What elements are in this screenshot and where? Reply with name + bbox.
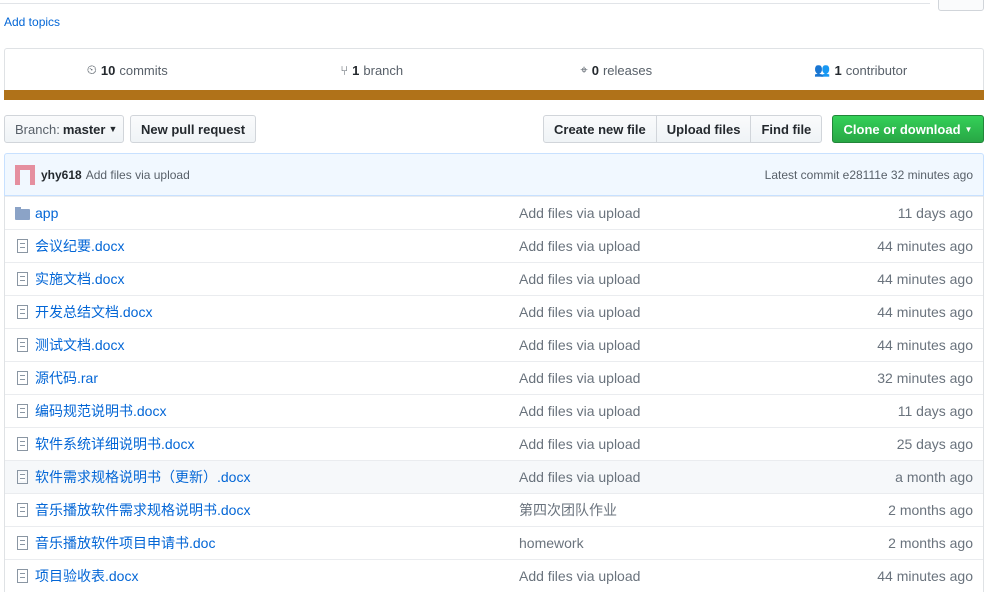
commit-message-link[interactable]: Add files via upload: [519, 436, 783, 452]
caret-down-icon: ▼: [108, 124, 118, 134]
new-pull-request-button[interactable]: New pull request: [130, 115, 257, 143]
commit-message-link[interactable]: Add files via upload: [519, 403, 783, 419]
file-row: 软件系统详细说明书.docx Add files via upload 25 d…: [5, 427, 983, 460]
latest-commit-info[interactable]: Latest commit e28111e 32 minutes ago: [765, 168, 973, 182]
file-row: 实施文档.docx Add files via upload 44 minute…: [5, 262, 983, 295]
file-table: app Add files via upload 11 days ago 会议纪…: [4, 196, 984, 592]
file-icon: [5, 272, 35, 286]
file-row: 项目验收表.docx Add files via upload 44 minut…: [5, 559, 983, 592]
file-age: 2 months ago: [888, 535, 973, 551]
commit-message-link[interactable]: Add files via upload: [519, 370, 783, 386]
file-link[interactable]: 项目验收表.docx: [35, 568, 138, 584]
file-link[interactable]: 源代码.rar: [35, 370, 98, 386]
file-link[interactable]: 音乐播放软件需求规格说明书.docx: [35, 502, 250, 518]
file-link[interactable]: 会议纪要.docx: [35, 238, 124, 254]
commits-link[interactable]: ⏲ 10 commits: [5, 49, 250, 91]
file-icon: [5, 437, 35, 451]
file-age: 11 days ago: [897, 205, 973, 221]
commit-message-link[interactable]: Add files via upload: [519, 205, 783, 221]
commit-message-link[interactable]: Add files via upload: [519, 271, 783, 287]
add-topics-link[interactable]: Add topics: [4, 15, 60, 29]
file-icon: [5, 305, 35, 319]
file-age: 44 minutes ago: [877, 304, 973, 320]
file-icon: [5, 569, 35, 583]
file-row: 音乐播放软件项目申请书.doc homework 2 months ago: [5, 526, 983, 559]
file-age: 11 days ago: [897, 403, 973, 419]
file-icon: [5, 536, 35, 550]
file-row: 软件需求规格说明书（更新）.docx Add files via upload …: [5, 460, 983, 493]
file-row: 测试文档.docx Add files via upload 44 minute…: [5, 328, 983, 361]
file-age: 44 minutes ago: [877, 337, 973, 353]
commit-message-link[interactable]: Add files via upload: [519, 337, 783, 353]
file-link[interactable]: 编码规范说明书.docx: [35, 403, 166, 419]
file-link[interactable]: 软件需求规格说明书（更新）.docx: [35, 469, 250, 485]
file-icon: [5, 338, 35, 352]
file-link[interactable]: 实施文档.docx: [35, 271, 124, 287]
commit-message-link[interactable]: Add files via upload: [519, 238, 783, 254]
commit-message-link[interactable]: Add files via upload: [519, 469, 783, 485]
clone-download-button[interactable]: Clone or download ▼: [832, 115, 984, 143]
file-icon: [5, 470, 35, 484]
file-row: 开发总结文档.docx Add files via upload 44 minu…: [5, 295, 983, 328]
file-age: 44 minutes ago: [877, 568, 973, 584]
file-row: 会议纪要.docx Add files via upload 44 minute…: [5, 229, 983, 262]
file-link[interactable]: 音乐播放软件项目申请书.doc: [35, 535, 215, 551]
folder-icon: [5, 206, 35, 220]
tag-icon: ⌖: [580, 62, 588, 77]
branch-icon: ⑂: [340, 62, 349, 78]
create-new-file-button[interactable]: Create new file: [543, 115, 657, 143]
file-link[interactable]: 软件系统详细说明书.docx: [35, 436, 194, 452]
caret-down-icon: ▼: [964, 124, 973, 134]
file-age: 32 minutes ago: [877, 370, 973, 386]
commit-author[interactable]: yhy618: [41, 168, 82, 182]
file-icon: [5, 503, 35, 517]
history-icon: ⏲: [86, 62, 97, 77]
releases-link[interactable]: ⌖ 0 releases: [494, 49, 739, 91]
file-age: 44 minutes ago: [877, 238, 973, 254]
edit-button[interactable]: [938, 0, 984, 11]
file-age: 44 minutes ago: [877, 271, 973, 287]
file-link[interactable]: 开发总结文档.docx: [35, 304, 152, 320]
file-age: 25 days ago: [896, 436, 973, 452]
language-bar[interactable]: [4, 90, 984, 100]
commit-message[interactable]: Add files via upload: [86, 168, 190, 182]
avatar[interactable]: [15, 164, 35, 185]
file-row: 编码规范说明书.docx Add files via upload 11 day…: [5, 394, 983, 427]
people-icon: 👥: [814, 62, 831, 77]
file-icon: [5, 239, 35, 253]
contributors-link[interactable]: 👥 1 contributor: [739, 49, 984, 91]
file-row: 源代码.rar Add files via upload 32 minutes …: [5, 361, 983, 394]
file-link[interactable]: app: [35, 205, 58, 221]
latest-commit-bar: yhy618 Add files via upload Latest commi…: [4, 153, 984, 196]
upload-files-button[interactable]: Upload files: [655, 115, 752, 143]
find-file-button[interactable]: Find file: [750, 115, 823, 143]
top-border: [0, 0, 930, 4]
file-age: 2 months ago: [888, 502, 973, 518]
file-row: 音乐播放软件需求规格说明书.docx 第四次团队作业 2 months ago: [5, 493, 983, 526]
branches-link[interactable]: ⑂ 1 branch: [250, 49, 495, 91]
commit-message-link[interactable]: Add files via upload: [519, 568, 783, 584]
commit-message-link[interactable]: Add files via upload: [519, 304, 783, 320]
file-icon: [5, 371, 35, 385]
branch-select[interactable]: Branch: master ▼: [4, 115, 124, 143]
file-age: a month ago: [895, 469, 973, 485]
file-link[interactable]: 测试文档.docx: [35, 337, 124, 353]
file-icon: [5, 404, 35, 418]
commit-message-link[interactable]: 第四次团队作业: [519, 500, 783, 520]
commit-message-link[interactable]: homework: [519, 535, 783, 551]
file-row: app Add files via upload 11 days ago: [5, 196, 983, 229]
